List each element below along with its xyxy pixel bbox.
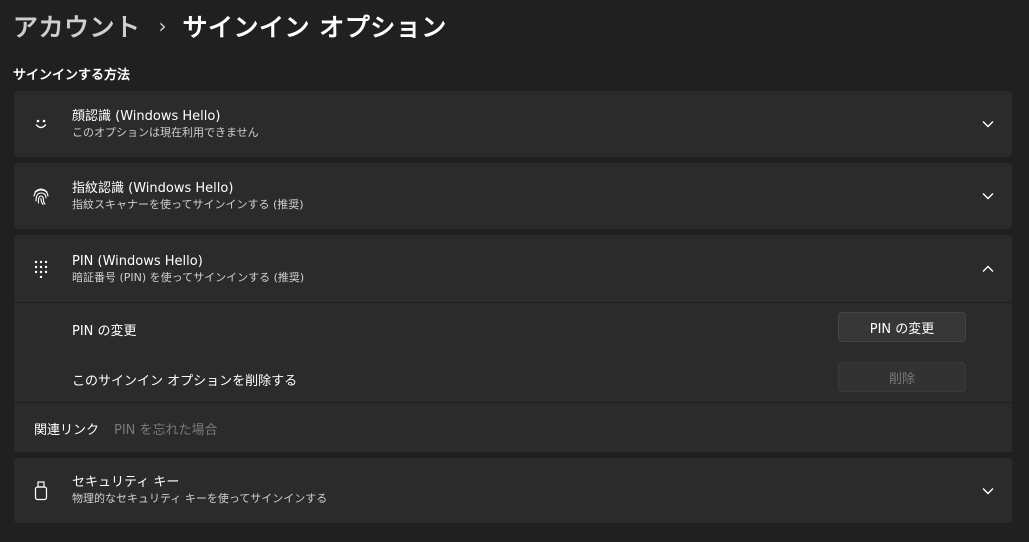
method-title: PIN (Windows Hello) (72, 254, 203, 269)
breadcrumb: アカウント › サインイン オプション (13, 8, 447, 44)
change-pin-button[interactable]: PIN の変更 (838, 312, 966, 342)
chevron-up-icon[interactable] (980, 261, 996, 277)
chevron-down-icon[interactable] (980, 116, 996, 132)
pin-header[interactable]: PIN (Windows Hello) 暗証番号 (PIN) を使ってサインイン… (14, 235, 1012, 302)
method-subtitle: 暗証番号 (PIN) を使ってサインインする (推奨) (72, 271, 305, 284)
chevron-down-icon[interactable] (980, 483, 996, 499)
divider (14, 302, 1012, 303)
method-pin: PIN (Windows Hello) 暗証番号 (PIN) を使ってサインイン… (14, 235, 1012, 452)
related-links-label: 関連リンク (34, 423, 100, 438)
chevron-down-icon[interactable] (980, 188, 996, 204)
usb-security-key-icon (31, 481, 51, 501)
breadcrumb-parent-account[interactable]: アカウント (13, 8, 141, 44)
forgot-pin-link[interactable]: PIN を忘れた場合 (114, 419, 218, 438)
method-security-key[interactable]: セキュリティ キー 物理的なセキュリティ キーを使ってサインインする (14, 458, 1012, 523)
remove-option-label: このサインイン オプションを削除する (72, 374, 298, 389)
method-subtitle: 物理的なセキュリティ キーを使ってサインインする (72, 492, 328, 505)
section-title: サインインする方法 (13, 68, 131, 83)
method-subtitle: 指紋スキャナーを使ってサインインする (推奨) (72, 198, 304, 211)
fingerprint-icon (31, 186, 51, 206)
related-links: 関連リンク PIN を忘れた場合 (14, 403, 1012, 452)
pin-keypad-icon (31, 259, 51, 279)
page-title: サインイン オプション (182, 13, 447, 42)
method-subtitle: このオプションは現在利用できません (72, 126, 259, 139)
method-title: 顔認識 (Windows Hello) (72, 109, 221, 124)
method-face-recognition[interactable]: 顔認識 (Windows Hello) このオプションは現在利用できません (14, 91, 1012, 157)
breadcrumb-separator: › (158, 14, 167, 38)
smiley-face-icon (31, 114, 51, 134)
remove-button[interactable]: 削除 (838, 362, 966, 392)
method-fingerprint[interactable]: 指紋認識 (Windows Hello) 指紋スキャナーを使ってサインインする … (14, 163, 1012, 229)
pin-change-label: PIN の変更 (72, 324, 137, 339)
method-title: 指紋認識 (Windows Hello) (72, 181, 234, 196)
method-title: セキュリティ キー (72, 475, 180, 490)
